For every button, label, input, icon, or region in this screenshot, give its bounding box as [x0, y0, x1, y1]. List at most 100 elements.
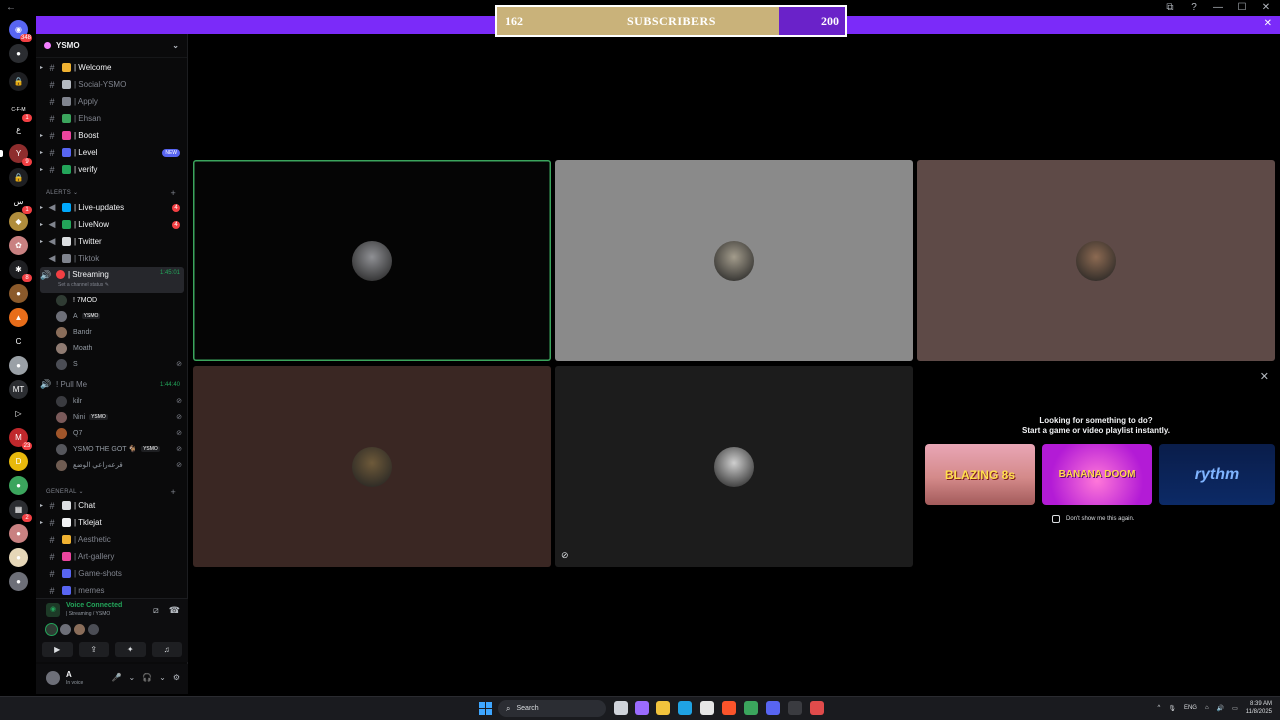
voice-member[interactable]: Moath	[56, 341, 182, 355]
category-general[interactable]: GENERAL ⌄ +	[46, 487, 176, 497]
add-channel-icon[interactable]: +	[170, 188, 176, 198]
vpn-icon[interactable]	[744, 701, 758, 715]
screen-share-button[interactable]: ⇪	[78, 642, 109, 657]
checkbox-icon[interactable]	[1052, 515, 1060, 523]
tile-user-5[interactable]: ⊘	[555, 366, 913, 567]
channel-text[interactable]: ▸ # | Level NEW	[40, 145, 184, 160]
activity-card-banana-doom[interactable]: BANANA DOOM	[1042, 444, 1152, 505]
channel-text[interactable]: ▸ # | Tklejat	[40, 515, 184, 530]
server-mt[interactable]: MT	[9, 380, 28, 399]
signal-icon[interactable]: ◉	[46, 603, 60, 617]
voice-member[interactable]: Bandr	[56, 325, 182, 339]
channel-status[interactable]: Set a channel status ✎	[58, 282, 109, 288]
server-yellow[interactable]: D	[9, 452, 28, 471]
microphone-icon[interactable]: 🎤	[111, 673, 121, 682]
tile-user-2[interactable]	[555, 160, 913, 361]
settings-gear-icon[interactable]: ⚙	[173, 673, 180, 682]
channel-announce[interactable]: ▸ ◀ | Live-updates 4	[40, 200, 184, 215]
server-animal[interactable]: ●	[9, 284, 28, 303]
brave-icon[interactable]	[722, 701, 736, 715]
tile-7mod[interactable]	[193, 160, 551, 361]
soundboard-button[interactable]: ♫	[151, 642, 182, 657]
voice-member[interactable]: قرعه‌راعي الوضع ⊘	[56, 458, 182, 472]
category-alerts[interactable]: ALERTS ⌄ +	[46, 188, 176, 198]
voice-member[interactable]: S ⊘	[56, 357, 182, 371]
dont-show-again-checkbox[interactable]: Don't show me this again.	[1052, 515, 1135, 523]
windows-start-icon[interactable]	[479, 702, 492, 715]
activities-button[interactable]: ✦	[115, 642, 146, 657]
voice-avatar[interactable]	[88, 624, 99, 635]
close-icon[interactable]: ✕	[1260, 370, 1269, 383]
mic-options-chevron-icon[interactable]: ⌄	[128, 673, 135, 682]
tile-user-3[interactable]	[917, 160, 1275, 361]
noise-suppression-icon[interactable]: ⧄	[153, 605, 159, 616]
language-indicator[interactable]: ENG	[1184, 705, 1197, 711]
server-folder[interactable]: ▦ 2	[9, 500, 32, 522]
activity-card-blazing-8s[interactable]: BLAZING 8s	[925, 444, 1035, 505]
microphone-tray-icon[interactable]: 🎙	[1168, 705, 1176, 712]
taskbar-search[interactable]: ⌕ Search	[498, 700, 606, 717]
server-header[interactable]: YSMO ⌄	[36, 34, 187, 58]
voice-channel-path[interactable]: | Streaming / YSMO	[66, 611, 110, 617]
server-grey[interactable]: ●	[9, 572, 28, 591]
close-window-icon[interactable]: ✕	[1260, 2, 1272, 13]
clock[interactable]: 8:39 AM 11/8/2025	[1246, 700, 1272, 716]
channel-text[interactable]: ▸ # | verify	[40, 162, 184, 177]
direct-messages-icon[interactable]: ◉ 348	[9, 20, 32, 42]
voice-channel-streaming[interactable]: 🔊 | Streaming 1:45:01 Set a channel status …	[40, 267, 184, 293]
camera-button[interactable]: ▶	[42, 642, 73, 657]
battery-icon[interactable]: ▭	[1232, 705, 1238, 712]
add-channel-icon[interactable]: +	[170, 487, 176, 497]
server-gold[interactable]: ◆	[9, 212, 28, 231]
voice-avatar[interactable]	[74, 624, 85, 635]
channel-text[interactable]: # | Aesthetic	[40, 532, 184, 547]
copilot-icon[interactable]	[635, 701, 649, 715]
voice-member[interactable]: A YSMO	[56, 309, 182, 323]
store-icon[interactable]	[700, 701, 714, 715]
channel-announce[interactable]: ▸ ◀ | LiveNow 4	[40, 217, 184, 232]
server-green[interactable]: ●	[9, 476, 28, 495]
server-red[interactable]: M 23	[9, 428, 32, 450]
channel-text[interactable]: # | Apply	[40, 94, 184, 109]
file-explorer-icon[interactable]	[656, 701, 670, 715]
channel-text[interactable]: # | Social-YSMO	[40, 77, 184, 92]
channel-text[interactable]: ▸ # | Chat	[40, 498, 184, 513]
tile-user-4[interactable]	[193, 366, 551, 567]
server-pink[interactable]: ✿	[9, 236, 28, 255]
tray-chevron-icon[interactable]: ^	[1158, 705, 1161, 711]
voice-member[interactable]: YSMO THE GOT 🐐 YSMO ⊘	[56, 442, 182, 456]
server-girl[interactable]: ●	[9, 524, 28, 543]
server-ysmo[interactable]: Y9	[0, 144, 32, 166]
server-photo[interactable]: ●	[9, 356, 28, 375]
channel-announce[interactable]: ◀ | Tiktok	[40, 251, 184, 266]
channel-text[interactable]: ▸ # | Welcome	[40, 60, 184, 75]
maximize-icon[interactable]: ☐	[1236, 2, 1248, 13]
disconnect-icon[interactable]: ☎	[169, 605, 180, 616]
server-spider[interactable]: ✱ 8	[9, 260, 32, 282]
voice-member[interactable]: ! 7MOD	[56, 293, 182, 307]
activity-card-rythm[interactable]: rythm	[1159, 444, 1275, 505]
server-cream[interactable]: ●	[9, 548, 28, 567]
back-arrow-icon[interactable]: ←	[6, 2, 16, 13]
network-icon[interactable]: ⌂	[1205, 705, 1209, 711]
channel-announce[interactable]: ▸ ◀ | Twitter	[40, 234, 184, 249]
headphones-icon[interactable]: 🎧	[142, 673, 152, 682]
voice-avatar[interactable]	[46, 624, 57, 635]
server-lock-1[interactable]: 🔒	[9, 72, 28, 91]
server-fire[interactable]: ▲	[9, 308, 28, 327]
notice-close-icon[interactable]: ✕	[1264, 18, 1272, 29]
channel-text[interactable]: # | Ehsan	[40, 111, 184, 126]
snip-icon[interactable]	[788, 701, 802, 715]
task-view-icon[interactable]	[614, 701, 628, 715]
channel-text[interactable]: # | memes	[40, 583, 184, 598]
volume-icon[interactable]: 🔊	[1217, 705, 1224, 712]
minimize-icon[interactable]: —	[1212, 2, 1224, 13]
inbox-icon[interactable]: ⧉	[1164, 2, 1176, 13]
voice-member[interactable]: Q7 ⊘	[56, 426, 182, 440]
server-cfm[interactable]: C-F-M 1	[9, 100, 32, 122]
help-icon[interactable]: ?	[1188, 2, 1200, 13]
chevron-down-icon[interactable]: ⌄	[172, 41, 179, 50]
voice-member[interactable]: Nini YSMO ⊘	[56, 410, 182, 424]
server-arabic-2[interactable]: س1	[9, 192, 32, 214]
avatar[interactable]	[46, 671, 60, 685]
